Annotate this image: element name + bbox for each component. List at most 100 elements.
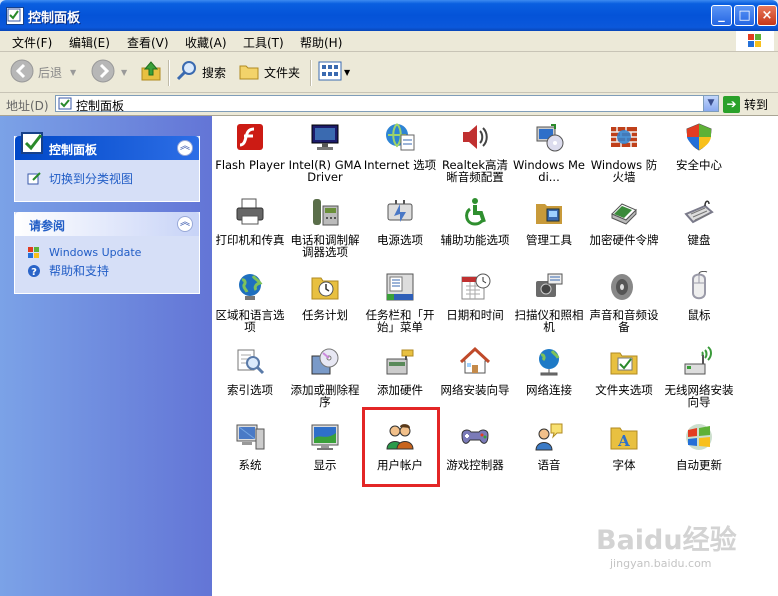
cp-item-magnifier[interactable]: 索引选项 (213, 346, 287, 396)
cp-item-admin-tools[interactable]: 管理工具 (512, 196, 586, 246)
cp-item-taskbar[interactable]: 任务栏和「开始」菜单 (363, 271, 437, 333)
toolbar-separator (310, 60, 312, 86)
cp-item-label: 加密硬件令牌 (589, 233, 659, 247)
watermark-url: jingyan.baidu.com (610, 557, 712, 570)
switch-to-category-view-link[interactable]: 切换到分类视图 (15, 170, 199, 188)
cp-item-label: 任务计划 (302, 308, 348, 322)
cp-item-hardware[interactable]: 添加硬件 (363, 346, 437, 396)
window-title: 控制面板 (28, 11, 81, 26)
close-button[interactable]: × (757, 5, 777, 26)
forward-button[interactable]: ▼ (91, 59, 127, 84)
search-button[interactable]: 搜索 (176, 60, 226, 84)
go-button[interactable]: ➔ 转到 (723, 95, 768, 113)
cp-item-label: Flash Player (215, 158, 285, 172)
security-shield-icon (683, 121, 715, 153)
cp-item-camera[interactable]: 扫描仪和照相机 (512, 271, 586, 333)
address-dropdown-icon[interactable]: ▼ (703, 96, 718, 111)
svg-text:A: A (617, 432, 630, 450)
cp-item-windows-update[interactable]: 自动更新 (662, 421, 736, 471)
address-field[interactable]: 控制面板 ▼ (55, 95, 719, 113)
menu-edit[interactable]: 编辑(E) (69, 34, 110, 51)
cp-item-users[interactable]: 用户帐户 (363, 421, 437, 471)
cp-item-label: Windows 防火墙 (590, 158, 658, 184)
cp-item-power[interactable]: 电源选项 (363, 196, 437, 246)
cp-item-firewall[interactable]: Windows 防火墙 (587, 121, 661, 183)
folder-clock-icon (309, 271, 341, 303)
cp-item-gamepad[interactable]: 游戏控制器 (438, 421, 512, 471)
minimize-button[interactable]: _ (711, 5, 732, 26)
views-button[interactable]: ▼ (318, 60, 350, 84)
cp-item-label: 显示 (313, 458, 337, 472)
cp-item-label: 网络安装向导 (440, 383, 510, 397)
views-dropdown-icon[interactable]: ▼ (344, 68, 350, 77)
maximize-button[interactable]: □ (734, 5, 755, 26)
toolbar-separator (168, 60, 170, 86)
cp-item-internet-options[interactable]: Internet 选项 (363, 121, 437, 171)
cp-item-folder-check[interactable]: 文件夹选项 (587, 346, 661, 396)
cp-item-keyboard[interactable]: 键盘 (662, 196, 736, 246)
cp-item-phone[interactable]: 电话和调制解调器选项 (288, 196, 362, 258)
cp-item-network-globe[interactable]: 网络连接 (512, 346, 586, 396)
network-globe-icon (533, 346, 565, 378)
search-label: 搜索 (202, 65, 227, 80)
cp-item-mouse[interactable]: 鼠标 (662, 270, 736, 321)
cp-item-home-network[interactable]: 网络安装向导 (438, 346, 512, 396)
cp-item-fonts-folder[interactable]: A 字体 (587, 421, 661, 471)
collapse-chevron-icon[interactable]: ︽ (177, 216, 193, 232)
speaker-icon (459, 121, 491, 153)
cp-item-speech[interactable]: 语音 (512, 421, 586, 471)
cp-item-windows-media[interactable]: Windows Medi... (512, 121, 586, 183)
speaker-audio-icon (608, 271, 640, 303)
cp-item-label: Intel(R) GMA Driver (288, 158, 362, 184)
back-dropdown-icon[interactable]: ▼ (70, 68, 76, 77)
cp-item-speaker[interactable]: Realtek高清晰音频配置 (438, 121, 512, 183)
monitor-icon (309, 121, 341, 153)
cp-item-security-shield[interactable]: 安全中心 (662, 121, 736, 171)
cp-item-calendar[interactable]: 日期和时间 (438, 271, 512, 321)
magnifier-icon (234, 346, 266, 378)
users-icon (384, 421, 416, 453)
flash-icon (234, 121, 266, 153)
panel-header[interactable]: 请参阅 ︽ (15, 212, 199, 236)
cp-item-folder-clock[interactable]: 任务计划 (288, 271, 362, 321)
menu-bar: 文件(F) 编辑(E) 查看(V) 收藏(A) 工具(T) 帮助(H) (0, 31, 778, 52)
collapse-chevron-icon[interactable]: ︽ (177, 140, 193, 156)
menu-view[interactable]: 查看(V) (127, 34, 169, 51)
cp-item-speaker-audio[interactable]: 声音和音频设备 (587, 271, 661, 333)
menu-tools[interactable]: 工具(T) (243, 34, 284, 51)
cp-item-accessibility[interactable]: 辅助功能选项 (438, 196, 512, 246)
internet-options-icon (384, 121, 416, 153)
taskbar-icon (384, 271, 416, 303)
cp-item-flash[interactable]: Flash Player (213, 121, 287, 171)
back-button[interactable]: 后退 ▼ (10, 59, 76, 84)
cp-item-printer[interactable]: 打印机和传真 (213, 196, 287, 246)
panel-header[interactable]: 控制面板 ︽ (15, 132, 199, 160)
up-folder-icon (140, 60, 162, 85)
cp-item-display[interactable]: 显示 (288, 421, 362, 471)
title-bar[interactable]: 控制面板 _ □ × (0, 0, 778, 31)
menu-help[interactable]: 帮助(H) (300, 34, 342, 51)
cp-item-label: 键盘 (687, 233, 711, 247)
menu-file[interactable]: 文件(F) (12, 34, 52, 51)
cp-item-wireless[interactable]: 无线网络安装向导 (662, 346, 736, 408)
cp-item-computer[interactable]: 系统 (213, 421, 287, 471)
help-and-support-link[interactable]: ? 帮助和支持 (15, 262, 199, 280)
cp-item-globe[interactable]: 区域和语言选项 (213, 271, 287, 333)
folders-button[interactable]: 文件夹 (238, 60, 300, 84)
cp-item-label: 语音 (537, 458, 561, 472)
windows-media-icon (533, 121, 565, 153)
forward-dropdown-icon[interactable]: ▼ (121, 68, 127, 77)
cd-box-icon (309, 346, 341, 378)
address-value: 控制面板 (76, 99, 125, 113)
cp-item-cd-box[interactable]: 添加或删除程序 (288, 346, 362, 408)
windows-update-icon (27, 246, 41, 260)
cp-item-label: 管理工具 (526, 233, 572, 247)
watermark-brand: Baidu经验 (596, 525, 737, 556)
address-label: 地址(D) (6, 99, 49, 113)
windows-update-link[interactable]: Windows Update (15, 244, 199, 262)
cp-item-monitor[interactable]: Intel(R) GMA Driver (288, 121, 362, 183)
see-also-panel: 请参阅 ︽ Windows Update ? 帮助和支持 (14, 212, 200, 294)
up-folder-button[interactable] (140, 60, 162, 84)
cp-item-token[interactable]: 加密硬件令牌 (587, 196, 661, 246)
menu-favorites[interactable]: 收藏(A) (185, 34, 227, 51)
